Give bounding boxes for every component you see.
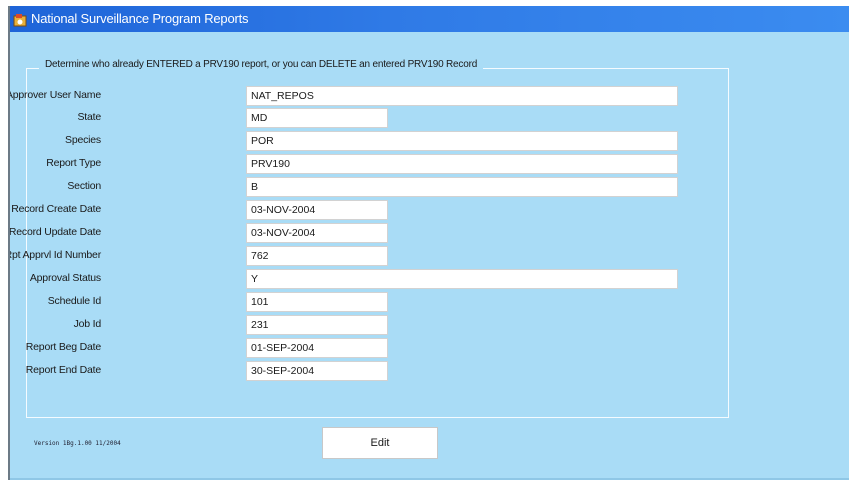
menu-band: [10, 32, 849, 46]
schedule-id-field[interactable]: 101: [246, 292, 388, 312]
approval-status-label: Approval Status: [29, 272, 101, 284]
record-update-date-field[interactable]: 03-NOV-2004: [246, 223, 388, 243]
species-field[interactable]: POR: [246, 131, 678, 151]
report-beg-date-label: Report Beg Date: [25, 341, 101, 353]
edit-button[interactable]: Edit: [322, 427, 438, 459]
record-create-date-field[interactable]: 03-NOV-2004: [246, 200, 388, 220]
field-row-approval-status: Approval Status Y: [10, 269, 710, 289]
job-id-field[interactable]: 231: [246, 315, 388, 335]
group-legend: Determine who already ENTERED a PRV190 r…: [39, 59, 484, 70]
record-create-date-label: Record Create Date: [11, 203, 101, 215]
oracle-forms-icon: [13, 11, 28, 27]
state-label: State: [77, 111, 101, 123]
window-title: National Surveillance Program Reports: [31, 11, 249, 26]
report-end-date-label: Report End Date: [25, 364, 101, 376]
field-row-state: State MD: [10, 108, 710, 128]
version-text: Version 1Bg.1.00 11/2004: [34, 440, 121, 447]
report-end-date-field[interactable]: 30-SEP-2004: [246, 361, 388, 381]
mon-rpt-apprvl-id-label: Mon Rpt Apprvl Id Number: [10, 249, 101, 261]
title-bar[interactable]: National Surveillance Program Reports: [10, 6, 849, 32]
schedule-id-label: Schedule Id: [47, 295, 101, 307]
field-row-species: Species POR: [10, 131, 710, 151]
app-window: National Surveillance Program Reports De…: [8, 6, 849, 480]
approval-status-field[interactable]: Y: [246, 269, 678, 289]
record-update-date-label: Record Update Date: [8, 226, 101, 238]
report-beg-date-field[interactable]: 01-SEP-2004: [246, 338, 388, 358]
field-row-section: Section B: [10, 177, 710, 197]
section-field[interactable]: B: [246, 177, 678, 197]
report-type-field[interactable]: PRV190: [246, 154, 678, 174]
approver-user-name-label: Approver User Name: [8, 89, 101, 101]
job-id-label: Job Id: [73, 318, 102, 330]
field-row-record-update-date: Record Update Date 03-NOV-2004: [10, 223, 710, 243]
field-row-mon-rpt-apprvl-id: Mon Rpt Apprvl Id Number 762: [10, 246, 710, 266]
species-label: Species: [65, 134, 101, 146]
field-row-record-create-date: Record Create Date 03-NOV-2004: [10, 200, 710, 220]
field-row-schedule-id: Schedule Id 101: [10, 292, 710, 312]
mon-rpt-apprvl-id-field[interactable]: 762: [246, 246, 388, 266]
field-row-report-beg-date: Report Beg Date 01-SEP-2004: [10, 338, 710, 358]
field-row-approver-user-name: Approver User Name NAT_REPOS: [10, 86, 710, 106]
field-row-report-end-date: Report End Date 30-SEP-2004: [10, 361, 710, 381]
section-label: Section: [67, 180, 101, 192]
state-field[interactable]: MD: [246, 108, 388, 128]
field-row-report-type: Report Type PRV190: [10, 154, 710, 174]
field-row-job-id: Job Id 231: [10, 315, 710, 335]
report-type-label: Report Type: [46, 157, 101, 169]
approver-user-name-field[interactable]: NAT_REPOS: [246, 86, 678, 106]
